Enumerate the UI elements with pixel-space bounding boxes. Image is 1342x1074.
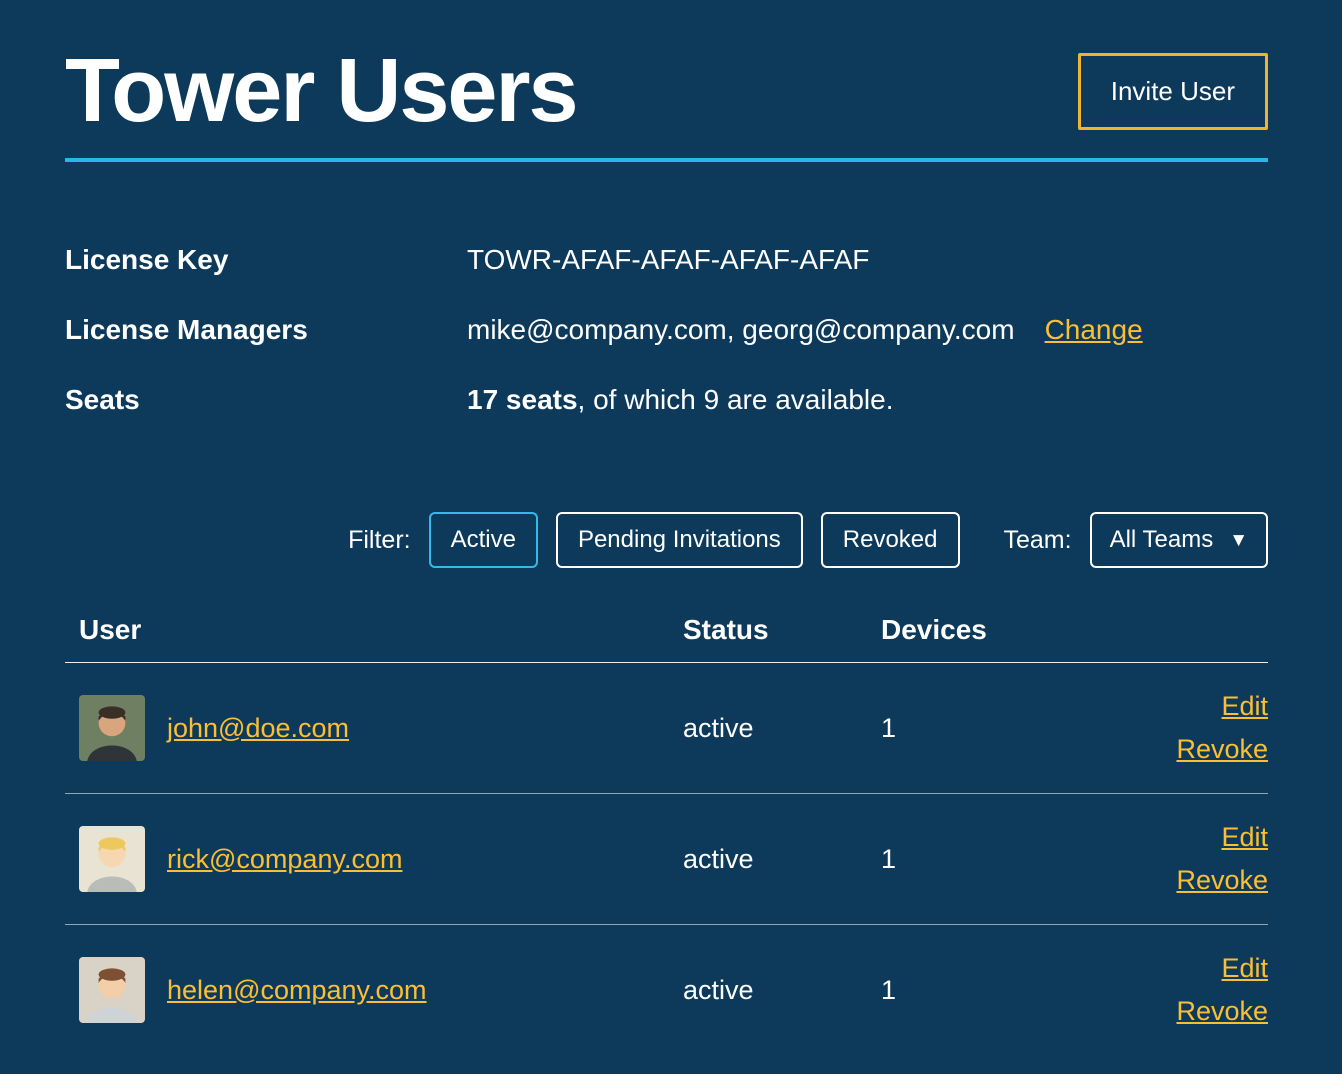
avatar-john xyxy=(79,695,145,761)
filter-button-active[interactable]: Active xyxy=(429,512,538,568)
revoke-link[interactable]: Revoke xyxy=(1176,996,1268,1027)
user-status: active xyxy=(683,713,881,744)
user-status: active xyxy=(683,975,881,1006)
edit-link[interactable]: Edit xyxy=(1221,691,1268,722)
user-cell: helen@company.com xyxy=(79,957,683,1023)
user-devices: 1 xyxy=(881,713,1141,744)
license-managers-row: License Managers mike@company.com, georg… xyxy=(65,314,1268,346)
row-actions: Edit Revoke xyxy=(1141,691,1268,765)
column-header-devices: Devices xyxy=(881,614,1141,646)
page-title: Tower Users xyxy=(65,46,577,136)
avatar-rick xyxy=(79,826,145,892)
user-status: active xyxy=(683,844,881,875)
row-actions: Edit Revoke xyxy=(1141,822,1268,896)
license-key-row: License Key TOWR-AFAF-AFAF-AFAF-AFAF xyxy=(65,244,1268,276)
filter-button-pending-invitations[interactable]: Pending Invitations xyxy=(556,512,803,568)
license-key-value: TOWR-AFAF-AFAF-AFAF-AFAF xyxy=(467,244,869,276)
team-dropdown-value: All Teams xyxy=(1110,526,1214,554)
license-key-label: License Key xyxy=(65,244,467,276)
table-header-row: User Status Devices xyxy=(65,614,1268,663)
edit-link[interactable]: Edit xyxy=(1221,953,1268,984)
page: Tower Users Invite User License Key TOWR… xyxy=(0,46,1342,1055)
license-section: License Key TOWR-AFAF-AFAF-AFAF-AFAF Lic… xyxy=(65,244,1268,416)
user-email-link[interactable]: helen@company.com xyxy=(167,975,427,1006)
filter-label: Filter: xyxy=(348,526,411,555)
table-row: helen@company.com active 1 Edit Revoke xyxy=(65,925,1268,1055)
license-managers-value: mike@company.com, georg@company.com xyxy=(467,314,1015,346)
license-managers-label: License Managers xyxy=(65,314,467,346)
users-table: User Status Devices john@doe.com acti xyxy=(65,614,1268,1055)
chevron-down-icon: ▼ xyxy=(1229,531,1248,550)
edit-link[interactable]: Edit xyxy=(1221,822,1268,853)
invite-user-button[interactable]: Invite User xyxy=(1078,53,1268,130)
avatar-helen xyxy=(79,957,145,1023)
column-header-user: User xyxy=(79,614,683,646)
seats-label: Seats xyxy=(65,384,467,416)
table-row: rick@company.com active 1 Edit Revoke xyxy=(65,794,1268,925)
team-label: Team: xyxy=(1004,526,1072,555)
user-devices: 1 xyxy=(881,844,1141,875)
user-cell: rick@company.com xyxy=(79,826,683,892)
header-divider xyxy=(65,158,1268,162)
seats-row: Seats 17 seats, of which 9 are available… xyxy=(65,384,1268,416)
seats-value: 17 seats, of which 9 are available. xyxy=(467,384,894,416)
column-header-status: Status xyxy=(683,614,881,646)
user-cell: john@doe.com xyxy=(79,695,683,761)
change-managers-link[interactable]: Change xyxy=(1045,314,1143,346)
user-devices: 1 xyxy=(881,975,1141,1006)
revoke-link[interactable]: Revoke xyxy=(1176,734,1268,765)
seats-count: 17 seats xyxy=(467,384,578,415)
seats-availability: , of which 9 are available. xyxy=(578,384,894,415)
user-email-link[interactable]: rick@company.com xyxy=(167,844,402,875)
user-email-link[interactable]: john@doe.com xyxy=(167,713,349,744)
filter-bar: Filter: Active Pending Invitations Revok… xyxy=(65,512,1268,568)
filter-button-revoked[interactable]: Revoked xyxy=(821,512,960,568)
table-row: john@doe.com active 1 Edit Revoke xyxy=(65,663,1268,794)
team-dropdown[interactable]: All Teams ▼ xyxy=(1090,512,1268,568)
page-header: Tower Users Invite User xyxy=(65,46,1268,136)
revoke-link[interactable]: Revoke xyxy=(1176,865,1268,896)
row-actions: Edit Revoke xyxy=(1141,953,1268,1027)
